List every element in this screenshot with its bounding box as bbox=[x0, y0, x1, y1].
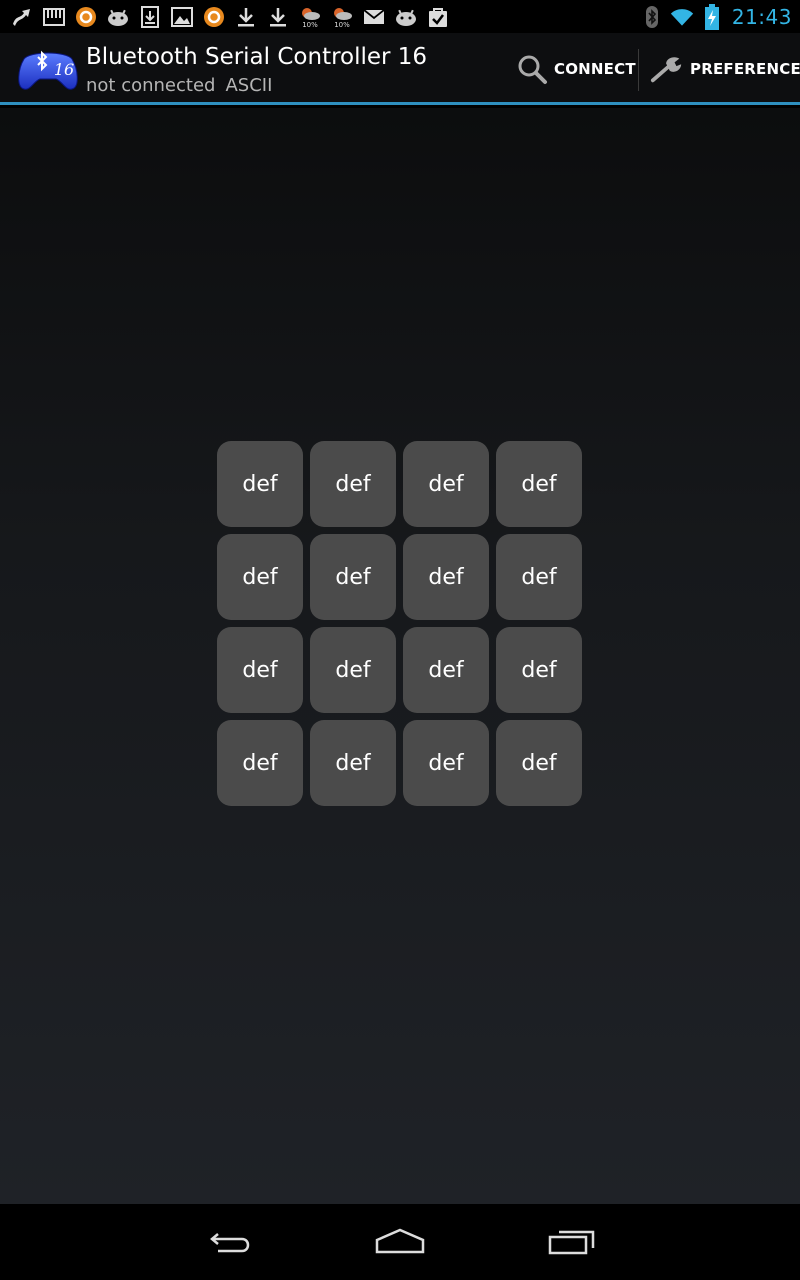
weather-icon: 10% bbox=[298, 5, 322, 29]
svg-text:10%: 10% bbox=[302, 21, 318, 29]
orange-circle-icon bbox=[74, 5, 98, 29]
recents-button[interactable] bbox=[539, 1222, 603, 1262]
shopping-bag-icon bbox=[426, 5, 450, 29]
pad-button-6[interactable]: def bbox=[310, 534, 396, 620]
pad-button-4[interactable]: def bbox=[496, 441, 582, 527]
wrench-icon bbox=[650, 52, 684, 86]
back-arrow-icon bbox=[210, 1233, 250, 1253]
connection-status: not connected ASCII bbox=[86, 75, 272, 96]
piano-icon bbox=[42, 5, 66, 29]
download-icon bbox=[234, 5, 258, 29]
app-title: Bluetooth Serial Controller 16 bbox=[86, 44, 428, 70]
pad-button-2[interactable]: def bbox=[310, 441, 396, 527]
notification-icons: 10% 10% bbox=[10, 4, 458, 29]
status-bar: 10% 10% 21:43 bbox=[0, 0, 800, 33]
svg-text:10%: 10% bbox=[334, 21, 350, 29]
wifi-icon bbox=[670, 5, 694, 29]
preference-button[interactable]: PREFERENCE bbox=[650, 33, 800, 105]
search-icon bbox=[516, 52, 548, 86]
route-icon bbox=[10, 5, 34, 29]
pad-button-15[interactable]: def bbox=[403, 720, 489, 806]
connect-button[interactable]: CONNECT bbox=[516, 33, 636, 105]
pad-button-12[interactable]: def bbox=[496, 627, 582, 713]
android-icon bbox=[394, 5, 418, 29]
system-icons: 21:43 bbox=[634, 2, 792, 31]
clock: 21:43 bbox=[731, 4, 792, 29]
svg-text:16: 16 bbox=[54, 60, 74, 79]
bluetooth-icon bbox=[640, 5, 664, 29]
back-button[interactable] bbox=[198, 1222, 262, 1262]
recents-icon bbox=[548, 1230, 595, 1255]
mail-icon bbox=[362, 5, 386, 29]
pad-button-1[interactable]: def bbox=[217, 441, 303, 527]
image-icon bbox=[170, 5, 194, 29]
battery-charging-icon bbox=[700, 3, 724, 30]
action-divider bbox=[638, 49, 639, 91]
controller-area: def def def def def def def def def def … bbox=[0, 108, 800, 1204]
pad-button-10[interactable]: def bbox=[310, 627, 396, 713]
navigation-bar bbox=[0, 1204, 800, 1280]
connect-label: CONNECT bbox=[554, 60, 636, 78]
button-grid: def def def def def def def def def def … bbox=[217, 441, 583, 807]
encoding-mode-text: ASCII bbox=[225, 75, 273, 96]
pad-button-5[interactable]: def bbox=[217, 534, 303, 620]
pad-button-14[interactable]: def bbox=[310, 720, 396, 806]
pad-button-13[interactable]: def bbox=[217, 720, 303, 806]
pad-button-7[interactable]: def bbox=[403, 534, 489, 620]
pad-button-3[interactable]: def bbox=[403, 441, 489, 527]
connection-state-text: not connected bbox=[86, 75, 216, 96]
pad-button-9[interactable]: def bbox=[217, 627, 303, 713]
android-icon bbox=[106, 5, 130, 29]
gamepad-bluetooth-icon: 16 bbox=[16, 45, 80, 93]
preference-label: PREFERENCE bbox=[690, 60, 800, 78]
action-bar: 16 Bluetooth Serial Controller 16 not co… bbox=[0, 33, 800, 105]
download-icon bbox=[266, 5, 290, 29]
home-icon bbox=[375, 1228, 425, 1254]
pad-button-16[interactable]: def bbox=[496, 720, 582, 806]
home-button[interactable] bbox=[368, 1222, 432, 1262]
weather-icon: 10% bbox=[330, 5, 354, 29]
sd-download-icon bbox=[138, 5, 162, 29]
pad-button-11[interactable]: def bbox=[403, 627, 489, 713]
orange-circle-icon bbox=[202, 5, 226, 29]
pad-button-8[interactable]: def bbox=[496, 534, 582, 620]
